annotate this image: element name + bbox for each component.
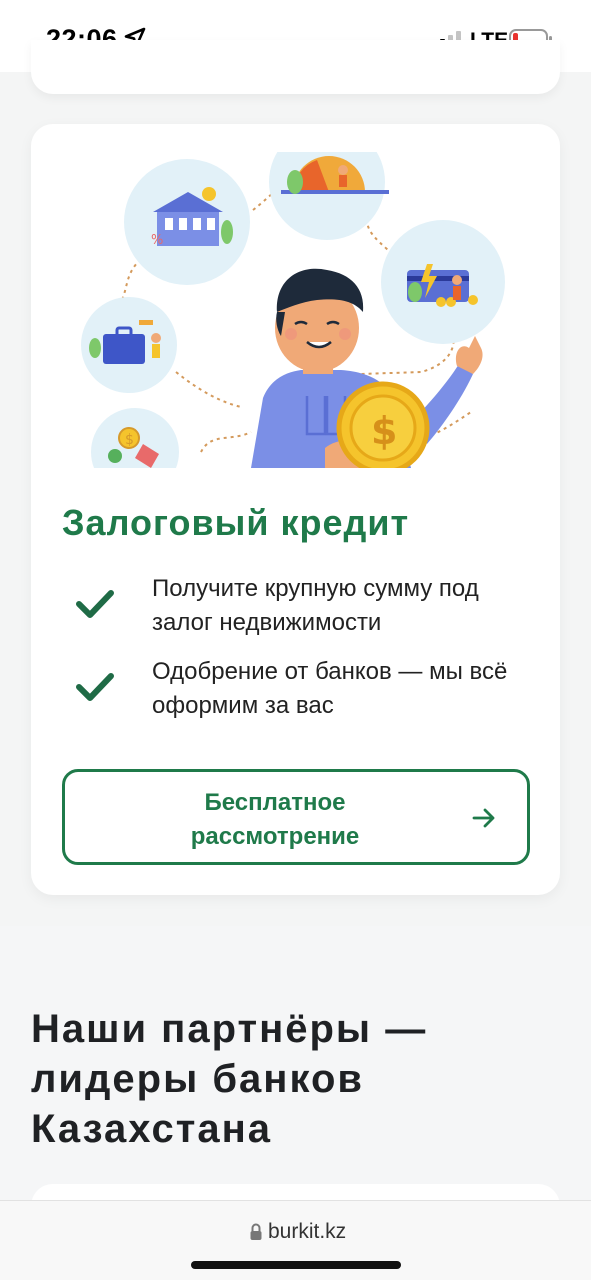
free-review-button-label: Бесплатное рассмотрение (190, 789, 360, 850)
url-text[interactable]: burkit.kz (268, 1220, 346, 1244)
mortgage-credit-card: % $ $ Залоговый кредит Получите крупную … (31, 124, 560, 895)
check-icon (76, 590, 114, 618)
browser-address-bar[interactable]: burkit.kz (0, 1200, 591, 1280)
svg-text:$: $ (125, 432, 134, 448)
check-icon (76, 673, 114, 701)
card-title: Залоговый кредит (62, 502, 410, 543)
free-review-button[interactable]: Бесплатное рассмотрение (62, 769, 530, 865)
lock-icon (250, 1223, 262, 1240)
partners-title: Наши партнёры — лидеры банков Казахстана (31, 1007, 428, 1151)
svg-text:%: % (151, 233, 163, 248)
previous-card (31, 40, 560, 94)
home-indicator[interactable] (191, 1261, 401, 1269)
feature-text: Получите крупную сумму под залог недвижи… (152, 575, 479, 636)
arrow-right-icon (472, 808, 495, 828)
feature-item: Одобрение от банков — мы всё оформим за … (75, 655, 545, 725)
feature-text: Одобрение от банков — мы всё оформим за … (152, 658, 508, 719)
credit-illustration: % $ $ (81, 152, 505, 468)
feature-item: Получите крупную сумму под залог недвижи… (75, 572, 545, 642)
svg-text:$: $ (371, 409, 397, 453)
